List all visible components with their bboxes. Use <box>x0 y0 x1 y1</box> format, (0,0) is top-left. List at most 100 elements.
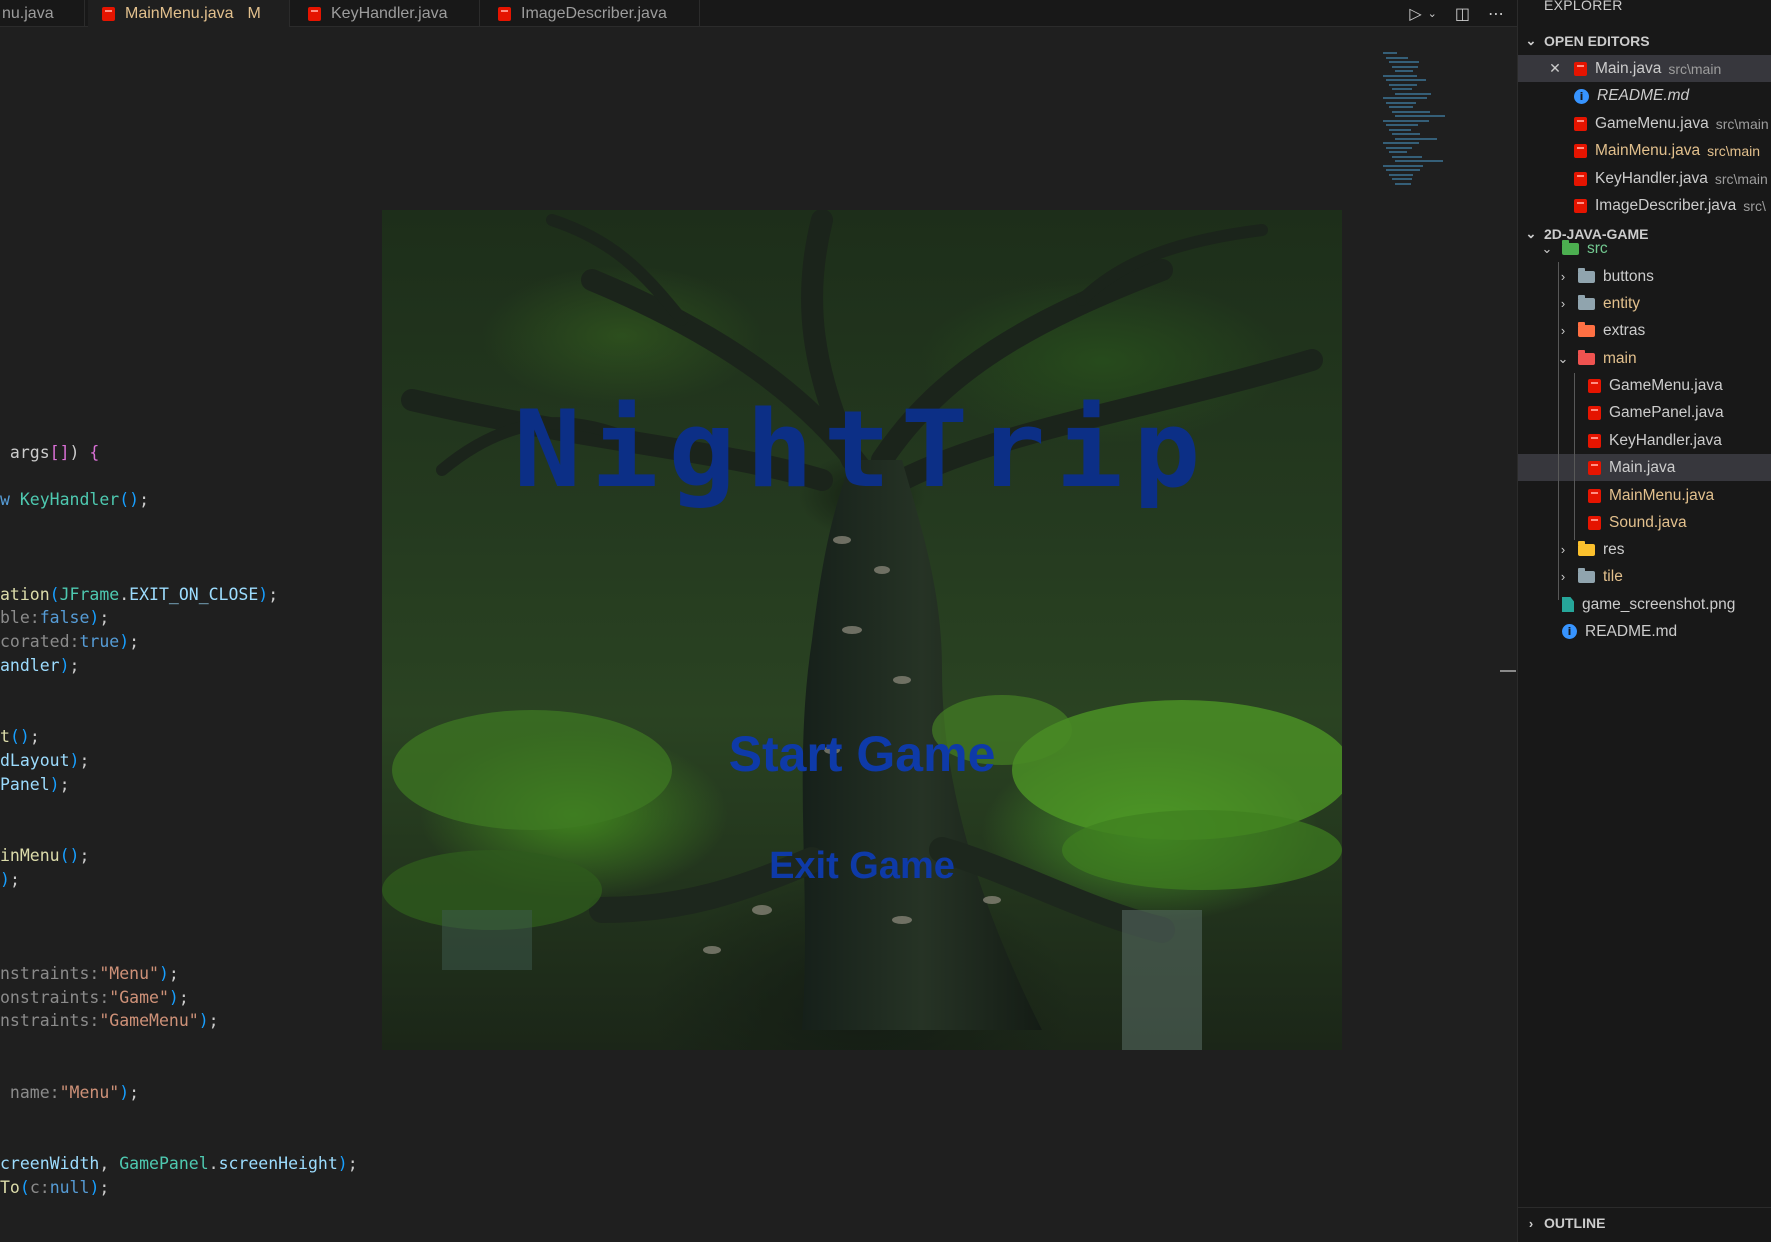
tree-item[interactable]: GameMenu.java <box>1518 372 1771 399</box>
chevron-right-icon: › <box>1560 569 1566 584</box>
code-token: andler <box>0 656 60 675</box>
tab-label: nu.java <box>2 4 54 22</box>
code-token: ; <box>69 656 80 675</box>
tree-item[interactable]: › entity <box>1518 290 1771 317</box>
tree-item[interactable]: › extras <box>1518 317 1771 344</box>
tree-item[interactable]: Sound.java <box>1518 509 1771 536</box>
code-token: ; <box>347 1154 358 1173</box>
minimap[interactable] <box>1383 52 1463 192</box>
code-line[interactable]: inMenu(); <box>0 845 89 867</box>
tab-main-java[interactable]: nu.java <box>0 0 85 27</box>
split-editor-icon[interactable]: ◫ <box>1455 4 1470 23</box>
tree-item[interactable]: MainMenu.java <box>1518 482 1771 509</box>
java-file-icon <box>1588 515 1601 530</box>
tree-item-label: README.md <box>1585 622 1678 640</box>
tree-item[interactable]: i README.md <box>1518 618 1771 645</box>
scrollbar-marker[interactable] <box>1500 670 1516 672</box>
ellipsis-icon[interactable]: ⋯ <box>1488 4 1504 23</box>
tree-item[interactable]: ⌄ main <box>1518 345 1771 372</box>
code-token: true <box>79 632 120 651</box>
exit-game-button[interactable]: Exit Game <box>382 845 1342 888</box>
code-token: ( <box>19 1178 30 1197</box>
code-token: ; <box>208 1011 219 1030</box>
code-line[interactable]: nstraints:"GameMenu"); <box>0 1010 219 1032</box>
code-token: ; <box>9 870 20 889</box>
code-token: onstraints: <box>0 988 110 1007</box>
open-editor-item[interactable]: GameMenu.java src\main <box>1518 110 1771 137</box>
tree-item-label: KeyHandler.java <box>1609 431 1722 449</box>
code-token: ) <box>59 656 70 675</box>
code-token: () <box>9 727 30 746</box>
code-line[interactable]: t(); <box>0 726 40 748</box>
tree-item[interactable]: ⌄ src <box>1518 235 1771 262</box>
file-path: src\main <box>1668 60 1722 77</box>
code-line[interactable]: onstraints:"Game"); <box>0 987 189 1009</box>
code-line[interactable]: args[]) { <box>0 442 99 464</box>
outline-header[interactable]: › OUTLINE <box>1518 1211 1771 1235</box>
minimap-line <box>1386 124 1418 126</box>
open-editors-header[interactable]: ⌄ OPEN EDITORS <box>1518 29 1771 53</box>
tree-item-label: Main.java <box>1609 458 1676 476</box>
tree-item[interactable]: › buttons <box>1518 263 1771 290</box>
start-game-button[interactable]: Start Game <box>382 725 1342 783</box>
minimap-line <box>1383 164 1423 167</box>
code-line[interactable]: Panel); <box>0 774 70 796</box>
tab-keyhandler-java[interactable]: KeyHandler.java <box>290 0 480 27</box>
minimap-line <box>1389 151 1407 153</box>
file-name: GameMenu.java <box>1595 114 1709 132</box>
tree-item[interactable]: game_screenshot.png <box>1518 591 1771 618</box>
tree-item[interactable]: › res <box>1518 536 1771 563</box>
game-window[interactable]: NightTrip Start Game Exit Game <box>382 210 1342 1050</box>
code-line[interactable]: corated:true); <box>0 631 139 653</box>
chevron-right-icon: › <box>1528 1215 1534 1231</box>
tree-item[interactable]: GamePanel.java <box>1518 399 1771 426</box>
open-editor-item[interactable]: ImageDescriber.java src\ <box>1518 193 1771 220</box>
chevron-right-icon: › <box>1560 269 1566 284</box>
code-token: ble: <box>0 608 40 627</box>
file-name: ImageDescriber.java <box>1595 197 1737 214</box>
code-line[interactable]: To(c:null); <box>0 1177 109 1199</box>
code-token: corated: <box>0 632 80 651</box>
tree-item[interactable]: › tile <box>1518 563 1771 590</box>
tab-imagedescriber-java[interactable]: ImageDescriber.java <box>480 0 700 27</box>
code-line[interactable]: ); <box>0 869 20 891</box>
close-icon[interactable]: ✕ <box>1546 60 1564 77</box>
code-line[interactable]: dLayout); <box>0 750 89 772</box>
code-token: . <box>119 585 130 604</box>
code-token: ) <box>158 964 169 983</box>
code-line[interactable]: andler); <box>0 655 79 677</box>
tab-label: KeyHandler.java <box>331 4 448 22</box>
minimap-line <box>1392 178 1412 180</box>
java-file-icon <box>1574 171 1587 186</box>
file-path: src\ <box>1743 198 1766 214</box>
code-line[interactable]: nstraints:"Menu"); <box>0 963 179 985</box>
code-token: . <box>208 1154 219 1173</box>
code-line[interactable]: ble:false); <box>0 607 109 629</box>
chevron-down-icon[interactable]: ⌄ <box>1428 7 1437 20</box>
open-editor-item[interactable]: i README.md <box>1518 83 1771 110</box>
code-line[interactable]: name:"Menu"); <box>0 1082 139 1104</box>
play-icon[interactable]: ▷ <box>1409 4 1421 23</box>
open-editor-item[interactable]: ✕ Main.java src\main <box>1518 55 1771 82</box>
code-token: ) <box>89 1178 100 1197</box>
tab-mainmenu-java[interactable]: MainMenu.java M <box>88 0 290 27</box>
minimap-line <box>1392 88 1412 90</box>
minimap-line <box>1392 133 1420 135</box>
java-file-icon <box>1588 488 1601 503</box>
folder-icon <box>1578 321 1595 337</box>
code-line[interactable]: ation(JFrame.EXIT_ON_CLOSE); <box>0 584 278 606</box>
code-token: ; <box>59 775 70 794</box>
tree-item-label: src <box>1587 239 1608 257</box>
minimap-line <box>1395 92 1431 95</box>
java-file-icon <box>1588 460 1601 475</box>
minimap-line <box>1389 106 1413 108</box>
tree-item[interactable]: Main.java <box>1518 454 1771 481</box>
open-editor-item[interactable]: MainMenu.java src\main <box>1518 138 1771 165</box>
tree-item[interactable]: KeyHandler.java <box>1518 427 1771 454</box>
java-file-icon <box>1588 378 1601 393</box>
open-editor-item[interactable]: KeyHandler.java src\main <box>1518 165 1771 192</box>
code-line[interactable]: creenWidth, GamePanel.screenHeight); <box>0 1153 358 1175</box>
code-line[interactable]: w KeyHandler(); <box>0 489 149 511</box>
code-token: ) <box>0 870 10 889</box>
file-name: MainMenu.java <box>1595 142 1701 159</box>
